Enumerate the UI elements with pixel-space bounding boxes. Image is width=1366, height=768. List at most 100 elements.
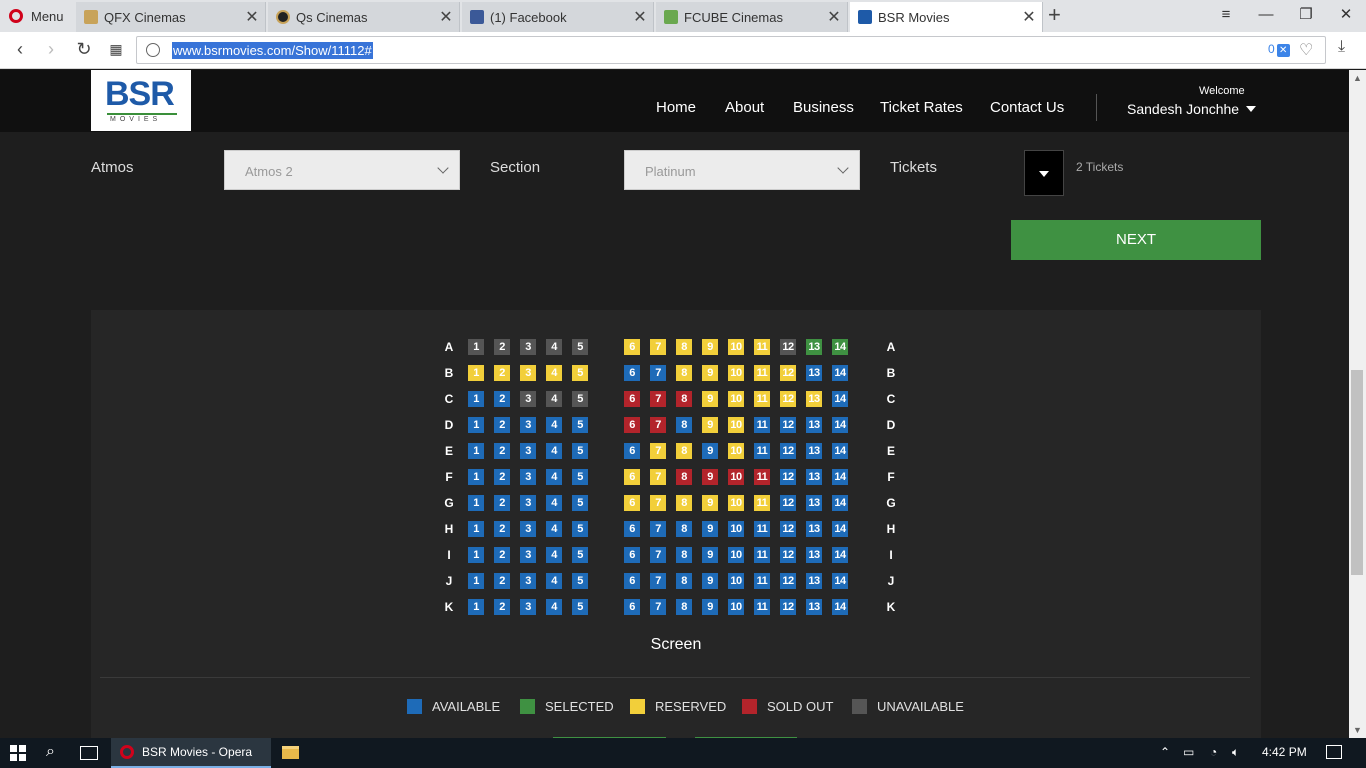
seat-B14[interactable]: 14 [832,365,848,381]
seat-K14[interactable]: 14 [832,599,848,615]
seat-G4[interactable]: 4 [546,495,562,511]
seat-J2[interactable]: 2 [494,573,510,589]
close-icon[interactable]: ✕ [627,7,653,27]
seat-J9[interactable]: 9 [702,573,718,589]
seat-I3[interactable]: 3 [520,547,536,563]
seat-G3[interactable]: 3 [520,495,536,511]
atmos-select[interactable]: Atmos 2 [224,150,460,190]
notifications-icon[interactable] [1326,745,1342,759]
section-select[interactable]: Platinum [624,150,860,190]
battery-icon[interactable]: ▭ [1183,745,1194,759]
forward-arrow-icon[interactable]: › [39,39,63,60]
user-menu[interactable]: Sandesh Jonchhe [1127,101,1257,117]
seat-H1[interactable]: 1 [468,521,484,537]
download-icon[interactable]: ⤓ [1338,38,1345,56]
seat-E1[interactable]: 1 [468,443,484,459]
seat-F13[interactable]: 13 [806,469,822,485]
seat-E3[interactable]: 3 [520,443,536,459]
windows-start-icon[interactable] [10,745,26,761]
seat-F14[interactable]: 14 [832,469,848,485]
seat-I12[interactable]: 12 [780,547,796,563]
seat-H3[interactable]: 3 [520,521,536,537]
seat-D1[interactable]: 1 [468,417,484,433]
seat-J10[interactable]: 10 [728,573,744,589]
seat-E6[interactable]: 6 [624,443,640,459]
tab-qfx-cinemas[interactable]: QFX Cinemas ✕ [76,2,266,32]
seat-D2[interactable]: 2 [494,417,510,433]
seat-K11[interactable]: 11 [754,599,770,615]
search-icon[interactable]: ⌕ [46,743,55,761]
seat-J13[interactable]: 13 [806,573,822,589]
seat-G2[interactable]: 2 [494,495,510,511]
seat-D12[interactable]: 12 [780,417,796,433]
wifi-icon[interactable]: ◔ [1210,745,1217,759]
reload-icon[interactable]: ↻ [72,39,96,60]
seat-G14[interactable]: 14 [832,495,848,511]
seat-I5[interactable]: 5 [572,547,588,563]
seat-H14[interactable]: 14 [832,521,848,537]
seat-K5[interactable]: 5 [572,599,588,615]
opera-menu-button[interactable]: Menu [0,0,72,32]
seat-F5[interactable]: 5 [572,469,588,485]
seat-H12[interactable]: 12 [780,521,796,537]
seat-I4[interactable]: 4 [546,547,562,563]
seat-D5[interactable]: 5 [572,417,588,433]
seat-F4[interactable]: 4 [546,469,562,485]
seat-K10[interactable]: 10 [728,599,744,615]
seat-I2[interactable]: 2 [494,547,510,563]
volume-icon[interactable]: 🔈︎ [1232,745,1239,760]
seat-J12[interactable]: 12 [780,573,796,589]
file-explorer-icon[interactable] [282,746,299,759]
seat-I1[interactable]: 1 [468,547,484,563]
nav-ticket-rates[interactable]: Ticket Rates [880,99,963,116]
nav-contact-us[interactable]: Contact Us [990,99,1064,116]
speed-dial-grid-icon[interactable]: ▦ [104,41,128,58]
scroll-thumb[interactable] [1351,370,1363,575]
nav-about[interactable]: About [725,99,764,116]
window-close-icon[interactable]: ✕ [1326,4,1366,26]
seat-J3[interactable]: 3 [520,573,536,589]
seat-K8[interactable]: 8 [676,599,692,615]
bsr-logo[interactable]: BSR MOVIES [91,70,191,131]
seat-I9[interactable]: 9 [702,547,718,563]
page-scrollbar[interactable]: ▲ ▼ [1349,70,1366,738]
nav-home[interactable]: Home [656,99,696,116]
seat-B7[interactable]: 7 [650,365,666,381]
seat-H4[interactable]: 4 [546,521,562,537]
seat-H2[interactable]: 2 [494,521,510,537]
seat-H9[interactable]: 9 [702,521,718,537]
seat-K9[interactable]: 9 [702,599,718,615]
seat-F12[interactable]: 12 [780,469,796,485]
seat-D3[interactable]: 3 [520,417,536,433]
seat-E12[interactable]: 12 [780,443,796,459]
seat-E14[interactable]: 14 [832,443,848,459]
tab-menu-icon[interactable]: ≡ [1206,4,1246,26]
seat-F2[interactable]: 2 [494,469,510,485]
tickets-dropdown-button[interactable] [1024,150,1064,196]
seat-K13[interactable]: 13 [806,599,822,615]
seat-H13[interactable]: 13 [806,521,822,537]
adblock-indicator[interactable]: 0 ✕ [1268,42,1290,57]
seat-K2[interactable]: 2 [494,599,510,615]
url-field[interactable]: www.bsrmovies.com/Show/11112# 0 ✕ ♡ [136,36,1326,64]
seat-J5[interactable]: 5 [572,573,588,589]
url-text[interactable]: www.bsrmovies.com/Show/11112# [172,42,373,59]
restore-icon[interactable]: ❐ [1286,4,1326,26]
seat-C14[interactable]: 14 [832,391,848,407]
seat-D4[interactable]: 4 [546,417,562,433]
seat-I7[interactable]: 7 [650,547,666,563]
seat-E9[interactable]: 9 [702,443,718,459]
scroll-down-icon[interactable]: ▼ [1353,725,1362,735]
new-tab-plus-icon[interactable]: + [1048,4,1061,26]
seat-J4[interactable]: 4 [546,573,562,589]
bookmark-heart-icon[interactable]: ♡ [1299,40,1313,60]
seat-A13[interactable]: 13 [806,339,822,355]
seat-D14[interactable]: 14 [832,417,848,433]
seat-E4[interactable]: 4 [546,443,562,459]
seat-D8[interactable]: 8 [676,417,692,433]
seat-I14[interactable]: 14 [832,547,848,563]
tab-facebook[interactable]: (1) Facebook ✕ [462,2,654,32]
seat-I8[interactable]: 8 [676,547,692,563]
seat-I13[interactable]: 13 [806,547,822,563]
tab-fcube-cinemas[interactable]: FCUBE Cinemas ✕ [656,2,848,32]
